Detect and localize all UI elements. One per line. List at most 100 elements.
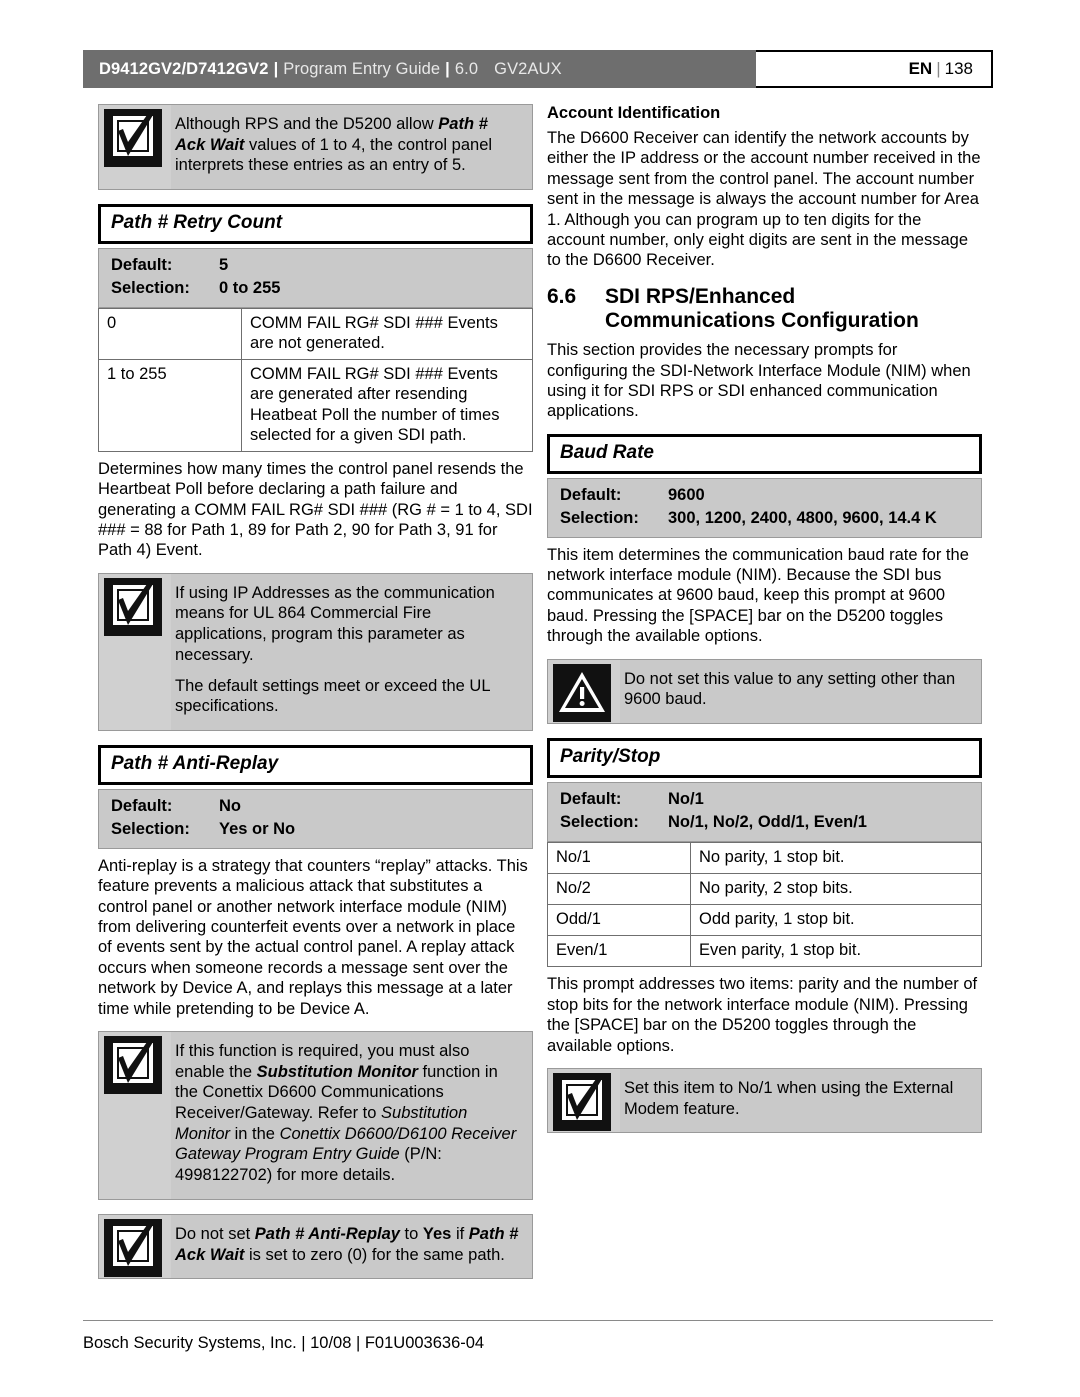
selection-row: Selection: Yes or No [99, 818, 532, 841]
section-number: 6.6 [547, 284, 577, 308]
default-selection-table-anti-replay: Default: No Selection: Yes or No [98, 788, 533, 849]
warning-text-baud-rate: Do not set this value to any setting oth… [620, 660, 981, 723]
warning-triangle-icon [553, 663, 611, 722]
default-selection-table-retry-count: Default: 5 Selection: 0 to 255 [98, 248, 533, 309]
table-cell-value: 1 to 255 [98, 359, 242, 452]
default-value: No/1 [668, 789, 704, 808]
document-page: D9412GV2/D7412GV2 | Program Entry Guide … [0, 0, 1080, 1397]
default-value: No [219, 796, 241, 815]
selection-label: Selection: [111, 279, 190, 298]
note-run-2: to [399, 1224, 423, 1243]
note-icon-column [548, 659, 620, 723]
note-paragraph: Set this item to No/1 when using the Ext… [624, 1078, 954, 1118]
default-label: Default: [560, 789, 622, 808]
selection-value: No/1, No/2, Odd/1, Even/1 [668, 812, 867, 831]
note-box-ul864: If using IP Addresses as the communicati… [98, 572, 533, 731]
table-row: Even/1 Even parity, 1 stop bit. [547, 935, 982, 968]
value-description-table-parity-stop: No/1 No parity, 1 stop bit. No/2 No pari… [547, 841, 982, 968]
default-label: Default: [111, 796, 173, 815]
header-page-box: EN | 138 [756, 50, 993, 88]
note-run-3: in the [230, 1124, 280, 1143]
prompt-title-anti-replay: Path # Anti-Replay [98, 744, 533, 785]
header-separator-1: | [273, 59, 279, 78]
selection-label: Selection: [560, 812, 639, 831]
header-language: EN [908, 59, 933, 78]
default-value: 9600 [668, 485, 705, 504]
footer-text: Bosch Security Systems, Inc. | 10/08 | F… [83, 1334, 485, 1352]
table-cell-value: No/1 [547, 841, 691, 875]
selection-label: Selection: [560, 508, 639, 527]
default-label: Default: [560, 485, 622, 504]
paragraph-baud-rate-body: This item determines the communication b… [547, 545, 969, 646]
header-page-number: 138 [944, 59, 973, 78]
default-row: Default: 5 [99, 254, 532, 277]
default-row: Default: No/1 [548, 788, 981, 811]
notice-checkbox-icon [104, 1035, 162, 1094]
header-product-name: D9412GV2/D7412GV2 [99, 59, 269, 78]
note-bold-substitution-monitor: Substitution Monitor [256, 1062, 418, 1081]
table-row: 1 to 255 COMM FAIL RG# SDI ### Events ar… [98, 359, 533, 452]
default-selection-table-parity-stop: Default: No/1 Selection: No/1, No/2, Odd… [547, 781, 982, 842]
footer-divider [83, 1320, 993, 1321]
table-cell-description: No parity, 1 stop bit. [690, 841, 982, 875]
table-row: No/1 No parity, 1 stop bit. [547, 841, 982, 875]
note-icon-column [548, 1068, 620, 1133]
note-box-ack-wait: Although RPS and the D5200 allow Path # … [98, 104, 533, 191]
note-icon-column [99, 1214, 171, 1279]
header-separator-2: | [445, 59, 450, 78]
header-guide-name: Program Entry Guide [283, 59, 441, 78]
note-text-substitution-monitor: If this function is required, you must a… [171, 1032, 532, 1199]
prompt-title-retry-count: Path # Retry Count [98, 204, 533, 245]
warning-paragraph: Do not set this value to any setting oth… [624, 669, 956, 709]
notice-checkbox-icon [104, 577, 162, 636]
note-icon-column [99, 573, 171, 730]
selection-value: 300, 1200, 2400, 4800, 9600, 14.4 K [668, 508, 937, 527]
note-bold-path-anti-replay: Path # Anti-Replay [254, 1224, 400, 1243]
right-column: Account Identification The D6600 Receive… [547, 104, 982, 1147]
note-paragraph-1: If using IP Addresses as the communicati… [175, 583, 495, 664]
paragraph-section-intro: This section provides the necessary prom… [547, 341, 971, 421]
prompt-title-baud-rate: Baud Rate [547, 433, 982, 474]
note-bold-yes: Yes [422, 1224, 452, 1243]
notice-checkbox-icon [553, 1072, 611, 1131]
warning-box-baud-rate: Do not set this value to any setting oth… [547, 658, 982, 724]
table-cell-description: Odd parity, 1 stop bit. [690, 904, 982, 937]
selection-value: Yes or No [219, 819, 296, 838]
table-row: 0 COMM FAIL RG# SDI ### Events are not g… [98, 308, 533, 361]
paragraph-retry-count-body: Determines how many times the control pa… [98, 459, 533, 560]
note-box-external-modem: Set this item to No/1 when using the Ext… [547, 1067, 982, 1134]
default-label: Default: [111, 256, 173, 275]
note-box-substitution-monitor: If this function is required, you must a… [98, 1030, 533, 1200]
paragraph-account-identification: The D6600 Receiver can identify the netw… [547, 129, 981, 270]
note-run-1: Do not set [175, 1224, 255, 1243]
note-run-1: Although RPS and the D5200 allow [175, 115, 439, 133]
page-header: D9412GV2/D7412GV2 | Program Entry Guide … [83, 50, 993, 88]
table-cell-description: No parity, 2 stop bits. [690, 873, 982, 906]
paragraph-parity-stop-body: This prompt addresses two items: parity … [547, 975, 978, 1055]
selection-row: Selection: No/1, No/2, Odd/1, Even/1 [548, 811, 981, 834]
table-cell-value: Odd/1 [547, 904, 691, 937]
note-text-ack-wait: Although RPS and the D5200 allow Path # … [171, 105, 532, 189]
section-title: SDI RPS/Enhanced Communications Configur… [605, 285, 982, 335]
selection-row: Selection: 300, 1200, 2400, 4800, 9600, … [548, 507, 981, 530]
table-row: No/2 No parity, 2 stop bits. [547, 873, 982, 906]
header-version: 6.0 [454, 59, 479, 78]
table-cell-description: Even parity, 1 stop bit. [690, 935, 982, 968]
note-icon-column [99, 1031, 171, 1199]
note-text-external-modem: Set this item to No/1 when using the Ext… [620, 1069, 981, 1132]
table-row: Odd/1 Odd parity, 1 stop bit. [547, 904, 982, 937]
note-run-3: if [451, 1224, 469, 1243]
left-column: Although RPS and the D5200 allow Path # … [98, 104, 533, 1293]
table-cell-description: COMM FAIL RG# SDI ### Events are generat… [241, 359, 533, 452]
header-separator-3: | [936, 59, 941, 78]
note-paragraph-2: The default settings meet or exceed the … [175, 676, 490, 716]
heading-account-identification: Account Identification [547, 104, 721, 122]
table-cell-value: 0 [98, 308, 242, 361]
default-row: Default: No [99, 795, 532, 818]
section-title-line-1: SDI RPS/Enhanced [605, 284, 796, 308]
notice-checkbox-icon [104, 109, 162, 167]
value-description-table-retry-count: 0 COMM FAIL RG# SDI ### Events are not g… [98, 308, 533, 452]
selection-row: Selection: 0 to 255 [99, 277, 532, 300]
paragraph-anti-replay-body: Anti-replay is a strategy that counters … [98, 856, 528, 1018]
prompt-title-parity-stop: Parity/Stop [547, 737, 982, 778]
